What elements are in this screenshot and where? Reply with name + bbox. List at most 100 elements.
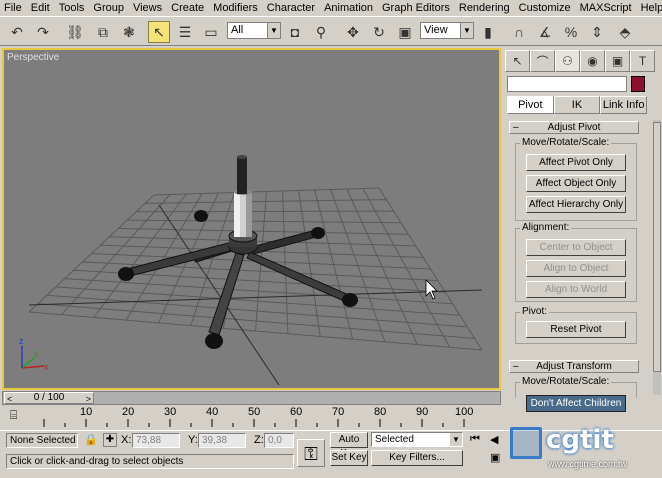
- alignment-group: Alignment: Center to Object Align to Obj…: [515, 222, 637, 302]
- trackbar-tick-label: 10: [80, 406, 93, 418]
- previous-frame-icon[interactable]: ◀: [490, 433, 498, 446]
- unlink-icon[interactable]: ⧉: [92, 21, 114, 43]
- scrollbar-thumb[interactable]: [653, 122, 661, 372]
- snap-toggle-icon[interactable]: ∩: [508, 21, 530, 43]
- key-mode-dropdown[interactable]: Selected ▼: [371, 432, 463, 447]
- svg-text:x: x: [44, 362, 49, 372]
- command-panel: ↖ ⌒ ⚇ ◉ ▣ T Pivot IK Link Info – Adjust …: [503, 48, 662, 412]
- watermark-logo-icon: [510, 427, 542, 459]
- selection-status-field: None Selected: [6, 433, 78, 448]
- set-key-icon[interactable]: ⚿: [297, 439, 325, 467]
- bind-space-warp-icon[interactable]: ❃: [118, 21, 140, 43]
- time-slider-thumb[interactable]: < 0 / 100 >: [4, 392, 94, 404]
- ik-tab[interactable]: IK: [553, 96, 601, 114]
- reference-coordinate-dropdown[interactable]: View ▼: [420, 22, 474, 39]
- spinner-snap-icon[interactable]: ⇕: [586, 21, 608, 43]
- menu-item-tools[interactable]: Tools: [59, 2, 85, 14]
- select-and-scale-icon[interactable]: ▣: [394, 21, 416, 43]
- trackbar-tick-label: 70: [332, 406, 345, 418]
- trackbar-tick-label: 60: [290, 406, 303, 418]
- link-info-tab[interactable]: Link Info: [600, 96, 648, 114]
- center-to-object-button[interactable]: Center to Object: [526, 239, 626, 256]
- z-coordinate-field[interactable]: 0,0: [264, 433, 294, 448]
- prompt-line: Click or click-and-drag to select object…: [6, 454, 294, 469]
- pivot-group: Pivot: Reset Pivot: [515, 306, 637, 344]
- window-crossing-icon[interactable]: ◘: [284, 21, 306, 43]
- y-coordinate-field[interactable]: 39,38: [198, 433, 246, 448]
- adjust-transform-rollout-header[interactable]: – Adjust Transform: [509, 360, 639, 373]
- trackbar-tick-label: 20: [122, 406, 135, 418]
- object-name-field[interactable]: [507, 76, 627, 92]
- menu-item-modifiers[interactable]: Modifiers: [213, 2, 258, 14]
- menu-item-rendering[interactable]: Rendering: [459, 2, 510, 14]
- align-to-object-button[interactable]: Align to Object: [526, 260, 626, 277]
- affect-hierarchy-only-button[interactable]: Affect Hierarchy Only: [526, 196, 626, 213]
- named-selection-icon[interactable]: ⬘: [614, 21, 636, 43]
- selection-filter-dropdown[interactable]: All ▼: [227, 22, 281, 39]
- lock-selection-icon[interactable]: 🔒: [84, 433, 98, 446]
- x-label: X:: [121, 434, 132, 446]
- pivot-point-center-icon[interactable]: ▮: [477, 21, 499, 43]
- select-link-icon[interactable]: ⛓: [64, 21, 86, 43]
- reset-pivot-button[interactable]: Reset Pivot: [526, 321, 626, 338]
- menu-item-animation[interactable]: Animation: [324, 2, 373, 14]
- hierarchy-tab-icon[interactable]: ⚇: [555, 50, 580, 72]
- menu-item-character[interactable]: Character: [267, 2, 315, 14]
- dont-affect-children-button[interactable]: Don't Affect Children: [526, 395, 626, 412]
- menu-item-maxscript[interactable]: MAXScript: [580, 2, 632, 14]
- pivot-tab[interactable]: Pivot: [507, 96, 554, 114]
- absolute-mode-icon[interactable]: ✚: [103, 433, 117, 447]
- display-tab-icon[interactable]: ▣: [605, 50, 630, 72]
- key-mode-toggle-icon[interactable]: ▣: [490, 451, 500, 464]
- utilities-tab-icon[interactable]: T: [630, 50, 655, 72]
- menu-item-views[interactable]: Views: [133, 2, 162, 14]
- set-key-button[interactable]: Set Key: [330, 450, 368, 466]
- align-to-world-button[interactable]: Align to World: [526, 281, 626, 298]
- percent-snap-icon[interactable]: %: [560, 21, 582, 43]
- auto-key-button[interactable]: Auto Key: [330, 432, 368, 459]
- menu-item-file[interactable]: File: [4, 2, 22, 14]
- motion-tab-icon[interactable]: ◉: [580, 50, 605, 72]
- menu-item-help[interactable]: Help: [641, 2, 662, 14]
- redo-icon[interactable]: ↷: [32, 21, 54, 43]
- create-tab-icon[interactable]: ↖: [505, 50, 530, 72]
- key-filters-button[interactable]: Key Filters...: [371, 450, 463, 466]
- select-and-manipulate-icon[interactable]: ⚲: [310, 21, 332, 43]
- select-by-name-icon[interactable]: ☰: [174, 21, 196, 43]
- adjust-pivot-rollout-header[interactable]: – Adjust Pivot: [509, 121, 639, 134]
- perspective-viewport[interactable]: Perspective x y z: [4, 50, 499, 388]
- affect-object-only-button[interactable]: Affect Object Only: [526, 175, 626, 192]
- menu-item-group[interactable]: Group: [93, 2, 124, 14]
- trackbar-tick-label: 40: [206, 406, 219, 418]
- angle-snap-icon[interactable]: ∡: [534, 21, 556, 43]
- menu-item-edit[interactable]: Edit: [31, 2, 50, 14]
- object-color-swatch[interactable]: [631, 76, 645, 92]
- collapse-icon: –: [513, 122, 519, 133]
- modify-tab-icon[interactable]: ⌒: [530, 50, 555, 72]
- menu-item-graph-editors[interactable]: Graph Editors: [382, 2, 450, 14]
- time-slider[interactable]: < 0 / 100 >: [2, 391, 501, 405]
- select-and-rotate-icon[interactable]: ↻: [368, 21, 390, 43]
- chevron-left-icon: <: [7, 394, 13, 404]
- menu-item-customize[interactable]: Customize: [519, 2, 571, 14]
- rectangular-selection-icon[interactable]: ▭: [200, 21, 222, 43]
- affect-pivot-only-button[interactable]: Affect Pivot Only: [526, 154, 626, 171]
- undo-icon[interactable]: ↶: [6, 21, 28, 43]
- home-grid: [28, 187, 483, 351]
- transform-move-rotate-scale-group: Move/Rotate/Scale: Don't Affect Children: [515, 376, 637, 412]
- select-object-icon[interactable]: ↖: [148, 21, 170, 43]
- watermark-logo: cgtit www.cgtime.com.tw: [504, 423, 662, 478]
- scene-canvas: x y z: [19, 155, 483, 386]
- trackbar-filter-icon[interactable]: ⌸: [10, 408, 24, 422]
- hierarchy-sub-tabs: Pivot IK Link Info: [507, 96, 648, 114]
- mouse-cursor-icon: [425, 279, 438, 300]
- trackbar[interactable]: 10 20 30 40 50 60 70 80 90 100: [40, 406, 480, 428]
- command-panel-scrollbar[interactable]: [653, 120, 661, 395]
- y-label: Y:: [188, 434, 198, 446]
- x-coordinate-field[interactable]: 73,88: [132, 433, 180, 448]
- chevron-right-icon: >: [85, 394, 91, 404]
- menu-item-create[interactable]: Create: [171, 2, 204, 14]
- go-to-start-icon[interactable]: ⏮: [470, 433, 480, 446]
- collapse-icon: –: [513, 361, 519, 372]
- select-and-move-icon[interactable]: ✥: [342, 21, 364, 43]
